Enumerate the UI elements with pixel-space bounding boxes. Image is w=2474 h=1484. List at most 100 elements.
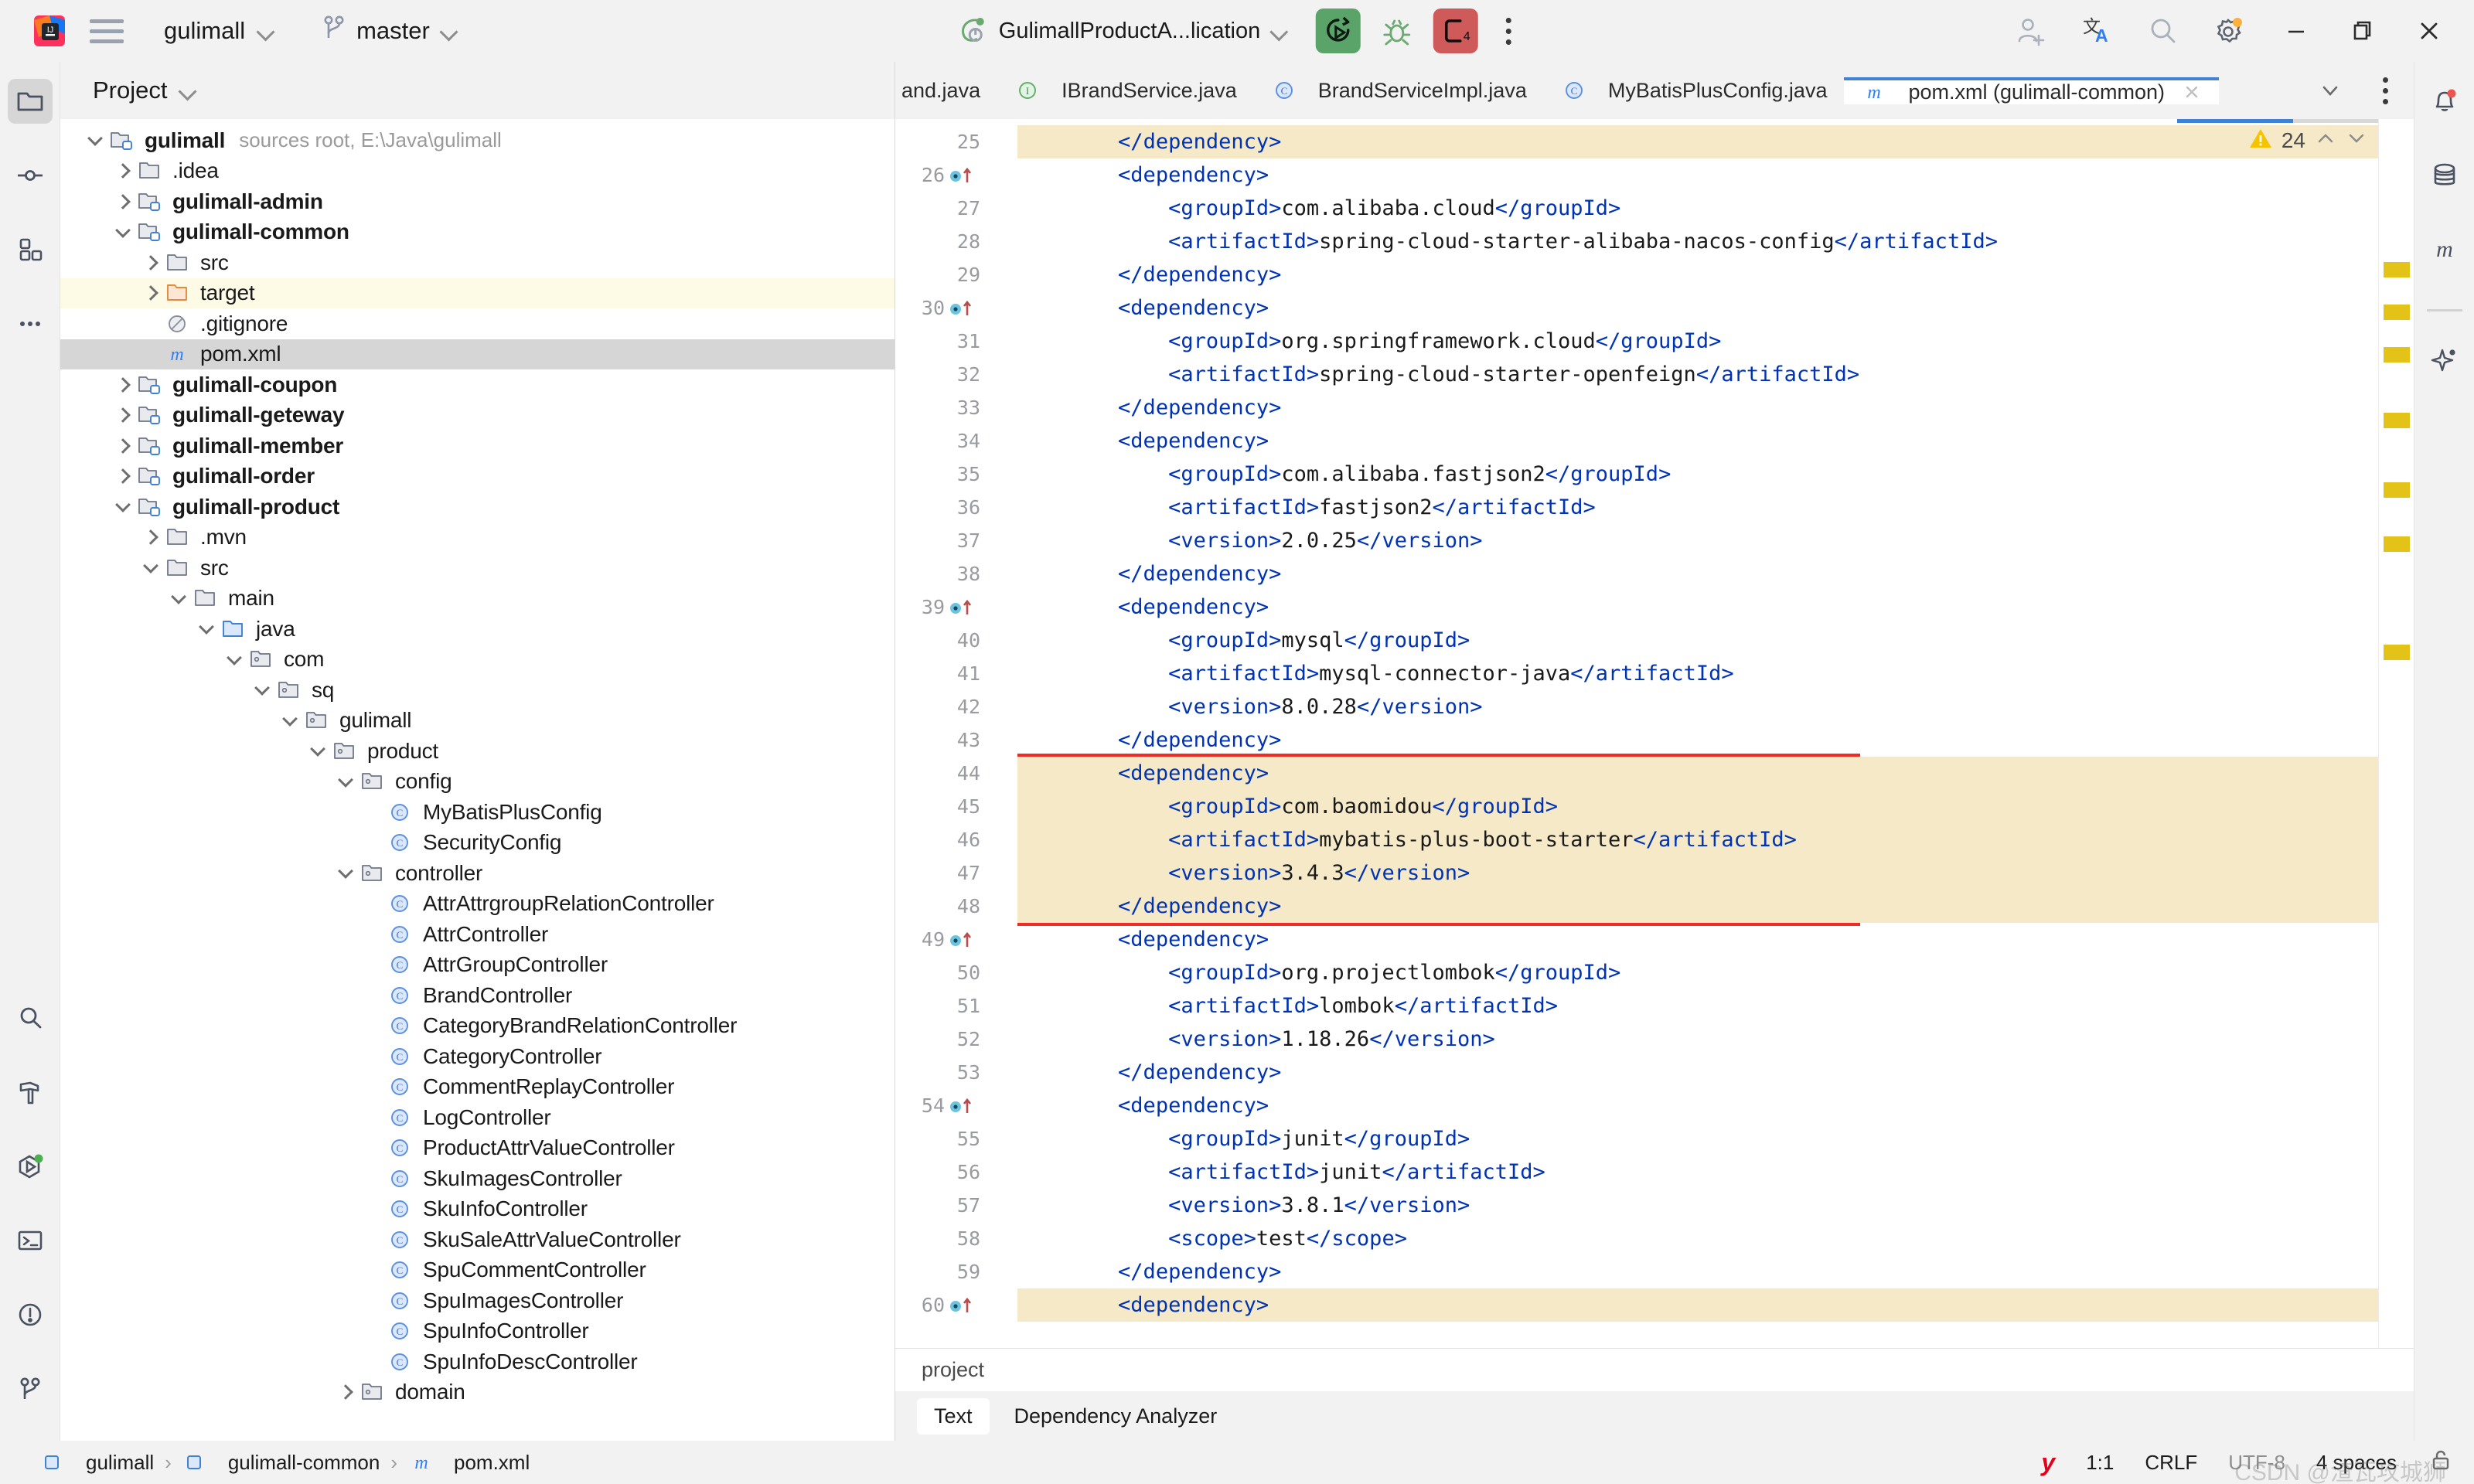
project-tree[interactable]: gulimall sources root, E:\Java\gulimall .i… [60,119,895,1441]
lock-icon[interactable] [2428,1447,2454,1479]
tree-twisty-open-icon[interactable] [110,229,136,236]
search-everywhere-icon[interactable] [8,996,53,1040]
tree-node-pom-xml[interactable]: m pom.xml [60,339,895,369]
run-button[interactable] [1316,9,1361,53]
code-line[interactable]: <dependency> [1017,158,2378,192]
tree-node-gulimall-member[interactable]: gulimall-member [60,431,895,461]
problems-icon[interactable] [8,1292,53,1337]
tree-twisty-closed-icon[interactable] [110,410,136,420]
code-line[interactable]: <dependency> [1017,591,2378,624]
gutter-line[interactable]: 44 [895,757,988,790]
tree-twisty-closed-icon[interactable] [110,441,136,451]
close-window-button[interactable] [2409,11,2449,51]
code-line[interactable]: <version> 3.8.1 </version> [1017,1189,2378,1222]
gutter-line[interactable]: 25 [895,125,988,158]
gutter-line[interactable]: 55 [895,1122,988,1156]
terminal-icon[interactable] [8,1218,53,1263]
tree-node-attrgroupcontroller[interactable]: C AttrGroupController [60,950,895,981]
gutter-line[interactable]: 35 [895,458,988,491]
gutter-line[interactable]: 50 [895,956,988,989]
tree-node-spucommentcontroller[interactable]: C SpuCommentController [60,1255,895,1286]
tree-node-commentreplaycontroller[interactable]: C CommentReplayController [60,1072,895,1103]
more-vertical-icon[interactable] [1491,9,1526,53]
structure-tool-window-icon[interactable] [8,227,53,272]
tree-node-spuinfocontroller[interactable]: C SpuInfoController [60,1316,895,1347]
gutter-line[interactable]: 45 [895,790,988,823]
gutter-line[interactable]: 59 [895,1255,988,1288]
code-line[interactable]: <dependency> [1017,1288,2378,1322]
gutter-line[interactable]: 26 [895,158,988,192]
ai-assistant-icon[interactable] [2422,338,2467,383]
gutter-line[interactable]: 29 [895,258,988,291]
tree-twisty-open-icon[interactable] [110,503,136,510]
editor-tab-brandserviceimpl-java[interactable]: C BrandServiceImpl.java [1254,79,1544,103]
gutter-line[interactable]: 43 [895,723,988,757]
tree-twisty-open-icon[interactable] [332,870,359,876]
editor-tab-mybatisplusconfig-java[interactable]: C MyBatisPlusConfig.java [1544,79,1845,103]
tree-node-categorybrandrelationcontroller[interactable]: C CategoryBrandRelationController [60,1011,895,1042]
editor-fold-bar[interactable] [988,119,1017,1348]
indent-setting[interactable]: 4 spaces [2316,1451,2397,1475]
gutter-line[interactable]: 47 [895,856,988,890]
editor-bottom-tabs[interactable]: Text Dependency Analyzer [895,1391,2414,1441]
code-line[interactable]: </dependency> [1017,258,2378,291]
maven-dependency-gutter-icon[interactable] [945,1096,980,1116]
tree-twisty-open-icon[interactable] [332,778,359,785]
maven-dependency-gutter-icon[interactable] [945,930,980,950]
error-stripe-mark[interactable] [2384,347,2410,362]
tree-node-gulimall[interactable]: gulimall [60,706,895,737]
tree-node-productattrvaluecontroller[interactable]: C ProductAttrValueController [60,1133,895,1164]
tree-node-spuimagescontroller[interactable]: C SpuImagesController [60,1285,895,1316]
code-line[interactable]: <groupId> org.springframework.cloud </grou… [1017,325,2378,358]
tree-twisty-closed-icon[interactable] [110,380,136,390]
tree-node-src[interactable]: src [60,553,895,584]
tree-twisty-open-icon[interactable] [221,656,247,663]
error-stripe-mark[interactable] [2384,413,2410,428]
maven-dependency-gutter-icon[interactable] [945,597,980,618]
tree-node-spuinfodesccontroller[interactable]: C SpuInfoDescController [60,1346,895,1377]
code-line[interactable]: <groupId> mysql </groupId> [1017,624,2378,657]
minimize-window-button[interactable] [2276,11,2316,51]
gutter-line[interactable]: 30 [895,291,988,325]
code-line[interactable]: <version> 2.0.25 </version> [1017,524,2378,557]
tree-node--idea[interactable]: .idea [60,156,895,187]
project-selector[interactable]: gulimall [153,12,285,49]
error-stripe-mark[interactable] [2384,262,2410,277]
gutter-line[interactable]: 51 [895,989,988,1023]
tree-twisty-closed-icon[interactable] [138,288,164,298]
caret-position[interactable]: 1:1 [2086,1451,2114,1475]
gutter-line[interactable]: 60 [895,1288,988,1322]
database-icon[interactable] [2422,153,2467,198]
editor-tab-and-java[interactable]: and.java [895,79,997,103]
line-separator[interactable]: CRLF [2145,1451,2197,1475]
status-breadcrumb-item[interactable]: gulimall-common [182,1451,380,1475]
tree-node-brandcontroller[interactable]: C BrandController [60,980,895,1011]
bottom-tab-text[interactable]: Text [917,1397,990,1435]
tree-node-skuinfocontroller[interactable]: C SkuInfoController [60,1194,895,1225]
tree-node--mvn[interactable]: .mvn [60,522,895,553]
tree-node-gulimall-coupon[interactable]: gulimall-coupon [60,369,895,400]
tree-node-categorycontroller[interactable]: C CategoryController [60,1041,895,1072]
editor-tabs[interactable]: and.java I IBrandService.java C BrandService… [895,62,2220,119]
code-line[interactable]: </dependency> [1017,1056,2378,1089]
tree-twisty-open-icon[interactable] [82,137,108,144]
tree-node-domain[interactable]: domain [60,1377,895,1408]
tree-node-config[interactable]: config [60,767,895,798]
tree-node-gulimall-order[interactable]: gulimall-order [60,461,895,492]
maven-dependency-gutter-icon[interactable] [945,165,980,186]
status-breadcrumbs[interactable]: gulimall › gulimall-common › m pom.xml [40,1451,530,1475]
code-line[interactable]: <dependency> [1017,923,2378,956]
tree-node-target[interactable]: target [60,277,895,308]
code-line[interactable]: <artifactId> spring-cloud-starter-alibaba… [1017,225,2378,258]
tree-twisty-open-icon[interactable] [138,564,164,571]
tree-twisty-open-icon[interactable] [277,717,303,724]
code-line[interactable]: </dependency> [1017,125,2378,158]
tree-twisty-open-icon[interactable] [165,595,192,602]
more-tool-windows-icon[interactable] [8,301,53,346]
yandex-icon[interactable]: y [2041,1448,2055,1477]
code-line[interactable]: <dependency> [1017,757,2378,790]
gutter-line[interactable]: 36 [895,491,988,524]
gutter-line[interactable]: 32 [895,358,988,391]
tree-node-mybatisplusconfig[interactable]: C MyBatisPlusConfig [60,797,895,828]
tree-twisty-open-icon[interactable] [249,686,275,693]
